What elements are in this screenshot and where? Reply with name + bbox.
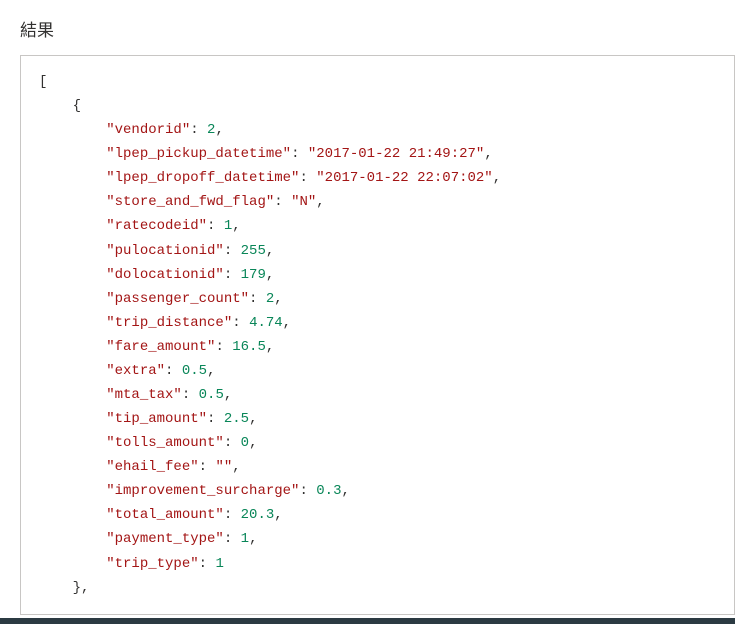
- json-key: "ratecodeid": [106, 218, 207, 234]
- json-value: "N": [291, 194, 316, 210]
- json-key: "trip_distance": [106, 315, 232, 331]
- json-value: 2: [266, 291, 274, 307]
- json-value: 4.74: [249, 315, 283, 331]
- json-key: "tolls_amount": [106, 435, 224, 451]
- json-value: 1: [241, 531, 249, 547]
- json-value: 2.5: [224, 411, 249, 427]
- json-value: 1: [215, 556, 223, 572]
- json-value: 0: [241, 435, 249, 451]
- json-key: "improvement_surcharge": [106, 483, 299, 499]
- json-key: "lpep_dropoff_datetime": [106, 170, 299, 186]
- json-value: 179: [241, 267, 266, 283]
- json-key: "fare_amount": [106, 339, 215, 355]
- results-title: 結果: [20, 21, 54, 40]
- json-key: "total_amount": [106, 507, 224, 523]
- json-value: 1: [224, 218, 232, 234]
- json-key: "dolocationid": [106, 267, 224, 283]
- json-key: "ehail_fee": [106, 459, 198, 475]
- json-key: "lpep_pickup_datetime": [106, 146, 291, 162]
- json-key: "extra": [106, 363, 165, 379]
- json-key: "store_and_fwd_flag": [106, 194, 274, 210]
- json-value: "": [215, 459, 232, 475]
- json-value: 0.3: [316, 483, 341, 499]
- json-value: 255: [241, 243, 266, 259]
- json-value: "2017-01-22 22:07:02": [316, 170, 492, 186]
- json-value: 20.3: [241, 507, 275, 523]
- json-key: "tip_amount": [106, 411, 207, 427]
- json-key: "vendorid": [106, 122, 190, 138]
- json-value: 16.5: [232, 339, 266, 355]
- json-value: 0.5: [182, 363, 207, 379]
- json-key: "payment_type": [106, 531, 224, 547]
- footer-bar: [0, 618, 735, 624]
- json-fields: "vendorid": 2, "lpep_pickup_datetime": "…: [39, 122, 501, 571]
- json-key: "passenger_count": [106, 291, 249, 307]
- json-value: 0.5: [199, 387, 224, 403]
- json-output[interactable]: [ { "vendorid": 2, "lpep_pickup_datetime…: [20, 55, 735, 615]
- results-header: 結果: [0, 0, 735, 55]
- json-close-brace: },: [39, 580, 89, 596]
- json-value: "2017-01-22 21:49:27": [308, 146, 484, 162]
- json-key: "trip_type": [106, 556, 198, 572]
- json-key: "mta_tax": [106, 387, 182, 403]
- json-key: "pulocationid": [106, 243, 224, 259]
- json-open-bracket: [: [39, 74, 47, 90]
- json-open-brace: {: [39, 98, 81, 114]
